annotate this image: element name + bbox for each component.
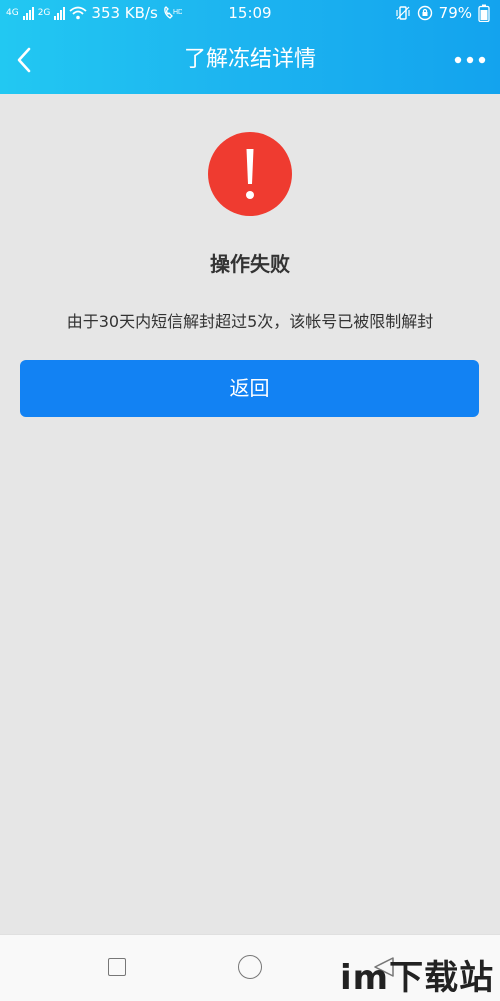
vibrate-icon bbox=[396, 6, 410, 20]
exclamation-circle-icon bbox=[208, 132, 292, 216]
watermark-logo: im下载站 bbox=[340, 958, 495, 998]
app-header: 了解冻结详情 bbox=[0, 26, 500, 94]
status-bar: 4G 2G 353 KB/s HD 15:09 79% bbox=[0, 0, 500, 26]
result-message: 由于30天内短信解封超过5次，该帐号已被限制解封 bbox=[66, 312, 434, 331]
rotation-lock-icon bbox=[417, 5, 432, 21]
status-right: 79% bbox=[395, 0, 490, 26]
more-button[interactable] bbox=[448, 40, 492, 80]
page-title: 了解冻结详情 bbox=[183, 47, 316, 72]
home-button[interactable] bbox=[238, 955, 262, 979]
battery-icon bbox=[478, 4, 490, 22]
result-title: 操作失败 bbox=[210, 252, 290, 276]
recent-apps-button[interactable] bbox=[108, 958, 126, 976]
battery-percent: 79% bbox=[438, 4, 472, 22]
more-dots-icon bbox=[454, 56, 486, 64]
return-button[interactable]: 返回 bbox=[20, 360, 479, 417]
back-button[interactable] bbox=[6, 40, 42, 80]
chevron-left-icon bbox=[17, 47, 31, 73]
top-bar: 4G 2G 353 KB/s HD 15:09 79% 了解冻结详情 bbox=[0, 0, 500, 94]
